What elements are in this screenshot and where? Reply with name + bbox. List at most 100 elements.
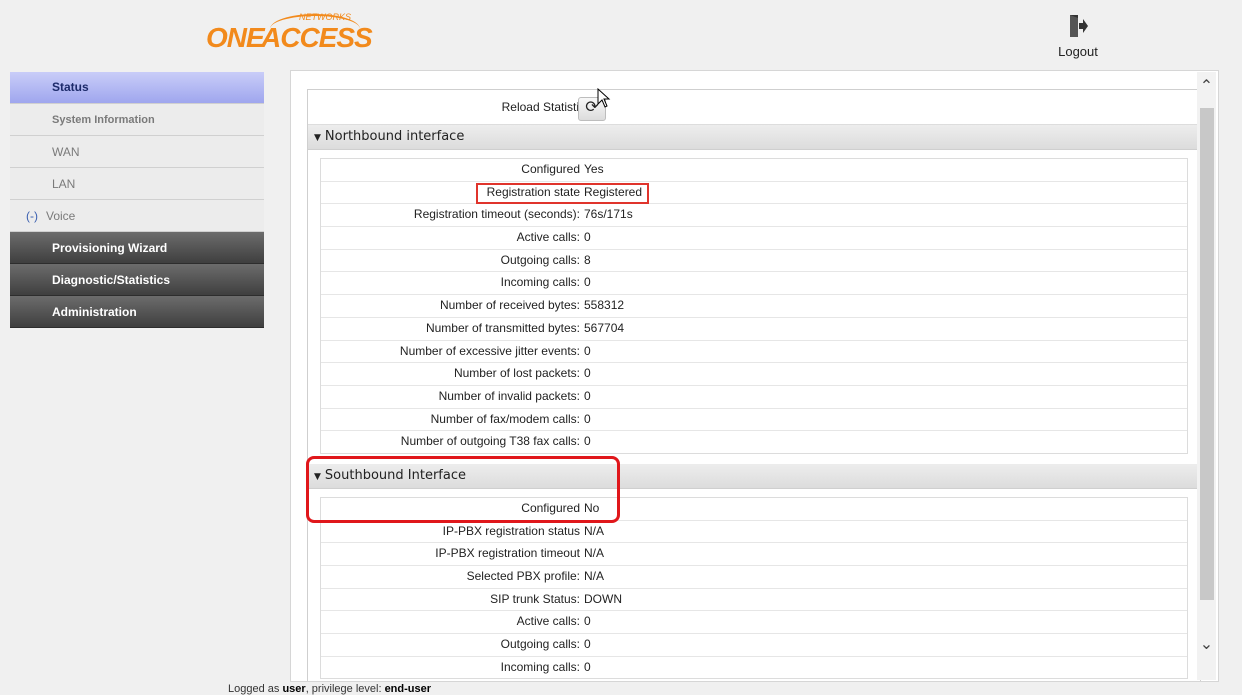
row-key: Number of excessive jitter events: [399,343,580,358]
row-key: Selected PBX profile: [466,569,580,583]
sidebar-item-label: Status [52,80,89,94]
row-key: Active calls: [516,230,580,245]
row-value: 0 [584,411,591,426]
row-key: Number of fax/modem calls: [430,411,580,426]
sidebar-item-wan[interactable]: WAN [10,136,264,168]
row-key: SIP trunk Status: [490,591,580,606]
login-level: end-user [384,683,432,695]
sidebar-item-label: Provisioning Wizard [52,241,168,255]
sidebar-item-status[interactable]: Status [10,72,264,104]
southbound-highlight [306,456,620,523]
table-row: Number of transmitted bytes: 567704 [321,318,1187,341]
login-middle: , privilege level: [305,683,385,695]
table-row: Selected PBX profile: N/A [321,566,1187,589]
row-value: Yes [584,162,604,176]
row-value: DOWN [584,591,622,606]
table-row: Number of excessive jitter events: 0 [321,341,1187,364]
sidebar-item-administration[interactable]: Administration [10,296,264,328]
sidebar-item-provisioning-wizard[interactable]: Provisioning Wizard [10,232,264,264]
northbound-title: Northbound interface [324,129,465,144]
collapse-toggle[interactable]: (-) [26,209,38,223]
table-row: Registration timeout (seconds): 76s/171s [321,204,1187,228]
table-row: Number of outgoing T38 fax calls: 0 [321,431,1187,453]
table-row: Configured Yes [321,159,1187,182]
row-key: Configured [521,162,580,176]
southbound-table: Configured No IP-PBX registration status N… [320,496,1188,680]
table-row: Active calls: 0 [321,227,1187,250]
table-row: Outgoing calls: 0 [321,634,1187,657]
row-value: 8 [584,252,591,267]
sidebar-item-lan[interactable]: LAN [10,168,264,200]
login-user: user [282,683,306,695]
row-key: Outgoing calls: [500,637,580,652]
row-key: Number of transmitted bytes: [425,320,580,335]
row-key: Incoming calls: [500,275,580,290]
sidebar-item-label: Voice [46,209,76,223]
row-value: N/A [584,546,605,561]
row-key: Number of invalid packets: [438,388,580,403]
sidebar-item-label: WAN [52,145,80,159]
row-key: Number of outgoing T38 fax calls: [400,434,580,449]
scroll-up-icon[interactable]: ⌃ [1197,76,1216,104]
table-row: SIP trunk Status: DOWN [321,589,1187,612]
table-row: IP-PBX registration status N/A [321,521,1187,544]
sidebar-item-label: System Information [52,114,155,126]
table-row: Number of fax/modem calls: 0 [321,409,1187,432]
row-value: 567704 [584,320,625,335]
sidebar-item-label: Administration [52,305,137,319]
statistics-box: Reload Statistics ⟳ ▼ Northbound interfac… [307,89,1201,681]
scroll-down-icon[interactable]: ⌄ [1197,634,1216,662]
row-key: IP-PBX registration timeout [435,546,580,561]
sidebar-item-label: LAN [52,177,76,191]
login-status: Logged as user, privilege level: end-use… [228,683,431,695]
row-value: 0 [584,434,591,449]
logout-label: Logout [1058,44,1098,59]
table-row: Incoming calls: 0 [321,657,1187,679]
table-row: IP-PBX registration timeout N/A [321,543,1187,566]
row-value: 0 [584,614,591,629]
sidebar-item-system-information[interactable]: System Information [10,104,264,136]
vertical-scrollbar[interactable]: ⌃ ⌄ [1197,72,1216,680]
row-value: 0 [584,343,591,358]
table-row: Registration state Registered [321,182,1187,205]
row-value: 0 [584,637,591,652]
logo-networks-text: NETWORKS [299,12,352,22]
mouse-pointer-icon [597,87,611,113]
sidebar-item-label: Diagnostic/Statistics [52,273,171,287]
row-value: 0 [584,366,591,381]
row-key: Active calls: [516,614,580,629]
row-value: 0 [584,388,591,403]
registration-state-highlight [476,183,649,204]
table-row: Incoming calls: 0 [321,272,1187,296]
login-prefix: Logged as [228,683,283,695]
logout-button[interactable]: Logout [1053,14,1103,59]
row-value: N/A [584,523,605,538]
status-panel: Reload Statistics ⟳ ▼ Northbound interfac… [290,70,1219,682]
row-key: Incoming calls: [500,659,580,674]
row-value: 0 [584,275,591,290]
row-value: 76s/171s [584,207,633,222]
sidebar-item-voice[interactable]: (-) Voice [10,200,264,232]
row-value: N/A [584,569,605,583]
scrollbar-thumb[interactable] [1200,108,1214,600]
table-row: Outgoing calls: 8 [321,250,1187,273]
row-key: Number of lost packets: [453,366,580,381]
expand-arrow-icon: ▼ [314,133,321,143]
row-value: 0 [584,230,591,245]
reload-statistics-row: Reload Statistics ⟳ [308,90,1200,125]
table-row: Active calls: 0 [321,611,1187,635]
northbound-table: Configured Yes Registration state Register… [320,158,1188,454]
logout-door-icon [1068,15,1088,42]
table-row: Number of lost packets: 0 [321,363,1187,386]
sidebar-item-diagnostic-statistics[interactable]: Diagnostic/Statistics [10,264,264,296]
row-value: 0 [584,659,591,674]
row-key: IP-PBX registration status [442,523,580,538]
northbound-section-header[interactable]: ▼ Northbound interface [308,125,1200,150]
table-row: Number of received bytes: 558312 [321,295,1187,318]
sidebar-nav: Status System Information WAN LAN (-) Voi… [10,72,264,328]
logo-access-text: ACCESS [261,22,373,53]
row-key: Registration timeout (seconds): [413,207,580,222]
row-value: 558312 [584,298,625,313]
logo-one-text: ONE [206,22,265,53]
table-row: Number of invalid packets: 0 [321,386,1187,409]
